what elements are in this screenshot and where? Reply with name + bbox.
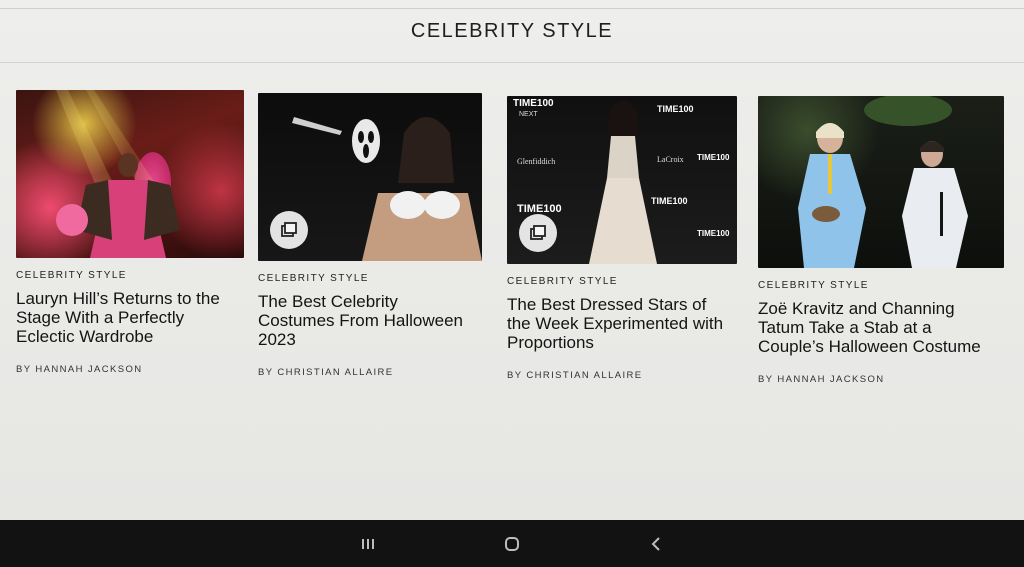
- article-card-3[interactable]: TIME100 NEXT Glenfiddich TIME100 TIME100…: [507, 96, 737, 381]
- article-headline[interactable]: Lauryn Hill’s Returns to the Stage With …: [16, 289, 244, 346]
- android-navigation-bar: [0, 520, 1024, 567]
- backdrop-text: TIME100: [697, 229, 730, 238]
- top-divider: [0, 8, 1024, 9]
- back-icon: [651, 536, 660, 551]
- article-card-4[interactable]: CELEBRITY STYLE Zoë Kravitz and Channing…: [758, 96, 1004, 385]
- concert-photo: [56, 90, 180, 258]
- article-byline[interactable]: BY HANNAH JACKSON: [758, 374, 1004, 385]
- section-title: CELEBRITY STYLE: [410, 20, 614, 42]
- home-icon: [505, 536, 519, 551]
- couple-costume-photo: [798, 96, 968, 268]
- gallery-button[interactable]: [270, 211, 308, 249]
- gallery-stack-icon: [281, 222, 297, 237]
- article-card-2[interactable]: CELEBRITY STYLE The Best Celebrity Costu…: [258, 93, 482, 378]
- article-image[interactable]: [758, 96, 1004, 268]
- recent-apps-button[interactable]: [356, 534, 380, 554]
- gallery-button[interactable]: [519, 214, 557, 252]
- section-divider: [0, 62, 1024, 63]
- article-byline[interactable]: BY HANNAH JACKSON: [16, 364, 244, 375]
- article-card-1[interactable]: CELEBRITY STYLE Lauryn Hill’s Returns to…: [16, 90, 244, 375]
- article-headline[interactable]: The Best Celebrity Costumes From Hallowe…: [258, 292, 482, 349]
- backdrop-text: TIME100: [513, 98, 554, 109]
- gallery-stack-icon: [530, 225, 546, 240]
- backdrop-text: TIME100: [697, 153, 730, 162]
- article-image[interactable]: [258, 93, 482, 261]
- backdrop-text: LaCroix: [657, 155, 684, 164]
- recent-apps-icon: [362, 538, 374, 549]
- article-category[interactable]: CELEBRITY STYLE: [758, 280, 1004, 291]
- backdrop-text: NEXT: [519, 111, 538, 118]
- article-image[interactable]: TIME100 NEXT Glenfiddich TIME100 TIME100…: [507, 96, 737, 264]
- article-category[interactable]: CELEBRITY STYLE: [507, 276, 737, 287]
- backdrop-text: Glenfiddich: [517, 157, 555, 166]
- article-category[interactable]: CELEBRITY STYLE: [16, 270, 244, 281]
- article-byline[interactable]: BY CHRISTIAN ALLAIRE: [258, 367, 482, 378]
- article-byline[interactable]: BY CHRISTIAN ALLAIRE: [507, 370, 737, 381]
- article-headline[interactable]: Zoë Kravitz and Channing Tatum Take a St…: [758, 299, 1004, 356]
- article-headline[interactable]: The Best Dressed Stars of the Week Exper…: [507, 295, 737, 352]
- back-button[interactable]: [644, 534, 668, 554]
- web-page: CELEBRITY STYLE CELEBRITY STYLE Lauryn H…: [0, 0, 1024, 520]
- article-image[interactable]: [16, 90, 244, 258]
- home-button[interactable]: [500, 534, 524, 554]
- backdrop-text: TIME100: [651, 196, 688, 206]
- backdrop-text: TIME100: [657, 104, 694, 114]
- article-category[interactable]: CELEBRITY STYLE: [258, 273, 482, 284]
